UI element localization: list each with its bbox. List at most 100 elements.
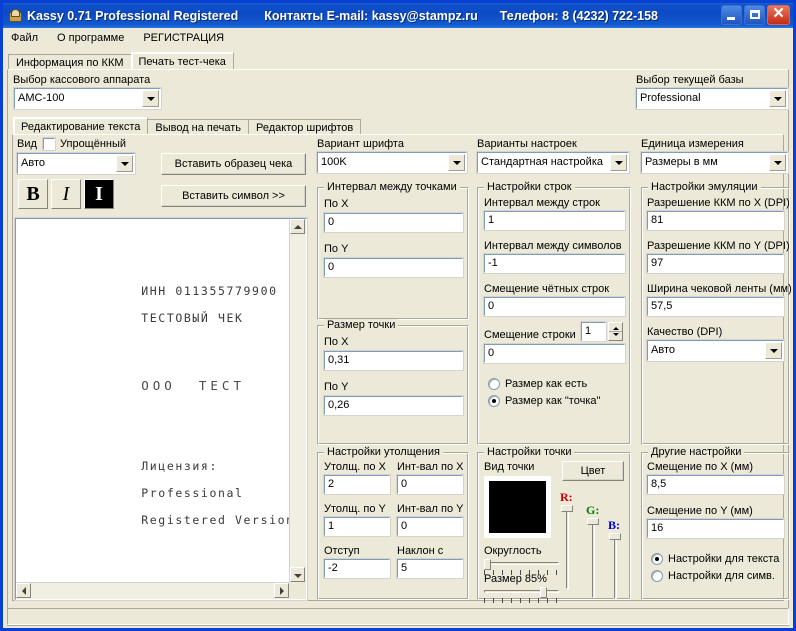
radio-settings-for-text-icon[interactable]: [651, 553, 663, 565]
int-y-input[interactable]: 0: [396, 516, 464, 537]
database-label: Выбор текущей базы: [636, 74, 744, 86]
editor-vertical-scrollbar[interactable]: [289, 219, 306, 582]
radio-settings-for-text-label: Настройки для текста: [668, 553, 780, 565]
thick-y-label: Утолщ. по Y: [324, 503, 386, 515]
indent-input[interactable]: -2: [323, 558, 391, 579]
simplified-checkbox[interactable]: [42, 137, 56, 151]
settings-variant-value: Стандартная настройка: [481, 156, 603, 168]
minimize-button[interactable]: [721, 5, 742, 25]
dot-color-swatch: [489, 481, 546, 533]
unit-combo[interactable]: Размеры в мм: [640, 151, 789, 174]
menu-item-file[interactable]: Файл: [9, 31, 40, 45]
radio-size-as-is[interactable]: Размер как есть: [488, 378, 587, 390]
line-settings-title: Настройки строк: [484, 181, 575, 193]
tab-kkm-info[interactable]: Информация по ККМ: [8, 54, 132, 69]
row-offset-spin-input[interactable]: 1: [580, 321, 607, 342]
chevron-down-icon[interactable]: [448, 154, 465, 171]
view-mode-combo[interactable]: Авто: [16, 152, 136, 175]
window-controls: [721, 3, 790, 25]
dot-size-percent-label: Размер 85%: [484, 573, 547, 585]
bold-button[interactable]: B: [18, 179, 48, 209]
receipt-line-5: Registered Version: [141, 512, 289, 527]
radio-settings-for-symbol[interactable]: Настройки для симв.: [651, 570, 775, 582]
scroll-right-icon[interactable]: [274, 583, 289, 598]
offset-y-input[interactable]: 16: [646, 518, 785, 539]
slope-input[interactable]: 5: [396, 558, 464, 579]
dot-size-x-label: По X: [324, 336, 349, 348]
invert-button[interactable]: I: [84, 179, 114, 209]
insert-sample-receipt-button[interactable]: Вставить образец чека: [161, 153, 306, 175]
menu-bar: Файл О программе РЕГИСТРАЦИЯ: [3, 28, 793, 48]
chevron-down-icon[interactable]: [610, 154, 627, 171]
editor-horizontal-scrollbar[interactable]: [16, 582, 289, 599]
window-title: Kassy 0.71 Professional Registered: [27, 8, 239, 23]
receipt-line-4: Professional: [141, 485, 244, 500]
unit-value: Размеры в мм: [645, 156, 718, 168]
dpi-y-input[interactable]: 97: [646, 253, 785, 274]
dpi-x-input[interactable]: 81: [646, 210, 785, 231]
quality-label: Качество (DPI): [647, 326, 723, 338]
close-button[interactable]: [767, 3, 790, 25]
thick-x-input[interactable]: 2: [323, 474, 391, 495]
database-combo[interactable]: Professional: [635, 87, 789, 110]
unit-label: Единица измерения: [641, 138, 744, 150]
tab-font-editor[interactable]: Редактор шрифтов: [248, 119, 362, 134]
radio-settings-for-symbol-label: Настройки для симв.: [668, 570, 775, 582]
chevron-down-icon[interactable]: [769, 154, 786, 171]
radio-settings-for-symbol-icon[interactable]: [651, 570, 663, 582]
settings-variant-combo[interactable]: Стандартная настройка: [476, 151, 630, 174]
receipt-text-editor[interactable]: ИНН 011355779900 ТЕСТОВЫЙ ЧЕК ООО ТЕСТ Л…: [14, 217, 308, 601]
dot-size-slider[interactable]: [484, 587, 559, 607]
scroll-down-icon[interactable]: [290, 567, 305, 582]
chevron-down-icon[interactable]: [116, 155, 133, 172]
thick-y-input[interactable]: 1: [323, 516, 391, 537]
line-settings-group: Настройки строк Интервал между строк 1 И…: [477, 181, 631, 445]
font-variant-combo[interactable]: 100K: [316, 151, 468, 174]
tape-width-input[interactable]: 57,5: [646, 296, 785, 317]
scroll-up-icon[interactable]: [290, 219, 305, 234]
char-interval-input[interactable]: -1: [483, 253, 626, 274]
device-combo[interactable]: АМС-100: [13, 87, 162, 110]
chevron-down-icon[interactable]: [765, 342, 782, 359]
insert-symbol-button[interactable]: Вставить символ >>: [161, 185, 306, 207]
main-tab-panel: Выбор кассового аппарата АМС-100 Выбор т…: [7, 69, 792, 626]
tab-print-output[interactable]: Вывод на печать: [147, 119, 250, 134]
dot-size-x-input[interactable]: 0,31: [323, 350, 464, 371]
scroll-left-icon[interactable]: [16, 583, 31, 598]
dot-interval-y-input[interactable]: 0: [323, 257, 464, 278]
offset-x-input[interactable]: 8,5: [646, 474, 785, 495]
radio-size-as-dot-icon[interactable]: [488, 395, 500, 407]
maximize-button[interactable]: [744, 5, 765, 25]
menu-item-registration[interactable]: РЕГИСТРАЦИЯ: [141, 31, 226, 45]
int-x-input[interactable]: 0: [396, 474, 464, 495]
emulation-group: Настройки эмуляции Разрешение ККМ по X (…: [641, 181, 792, 445]
row-offset-spinner[interactable]: [608, 322, 623, 341]
chevron-down-icon[interactable]: [142, 90, 159, 107]
database-combo-value: Professional: [640, 92, 701, 104]
emulation-title: Настройки эмуляции: [648, 181, 761, 193]
quality-combo[interactable]: Авто: [646, 339, 785, 362]
line-interval-input[interactable]: 1: [483, 210, 626, 231]
sub-tab-strip: Редактирование текста Вывод на печать Ре…: [8, 115, 362, 134]
italic-button[interactable]: I: [51, 179, 81, 209]
menu-item-about[interactable]: О программе: [55, 31, 126, 45]
char-interval-label: Интервал между символов: [484, 240, 622, 252]
editor-canvas[interactable]: ИНН 011355779900 ТЕСТОВЫЙ ЧЕК ООО ТЕСТ Л…: [16, 219, 289, 582]
main-tab-strip: Информация по ККМ Печать тест-чека: [3, 50, 793, 69]
dot-size-y-input[interactable]: 0,26: [323, 395, 464, 416]
tab-text-editing[interactable]: Редактирование текста: [13, 117, 149, 134]
dot-interval-x-input[interactable]: 0: [323, 212, 464, 233]
radio-size-as-dot[interactable]: Размер как "точка": [488, 395, 600, 407]
red-slider[interactable]: [560, 505, 574, 589]
radio-settings-for-text[interactable]: Настройки для текста: [651, 553, 779, 565]
color-button[interactable]: Цвет: [562, 461, 624, 481]
even-offset-input[interactable]: 0: [483, 296, 626, 317]
green-label: G:: [586, 503, 600, 517]
radio-size-as-is-icon[interactable]: [488, 378, 500, 390]
row-offset-input[interactable]: 0: [483, 343, 626, 364]
chevron-down-icon[interactable]: [769, 90, 786, 107]
tab-print-test-receipt[interactable]: Печать тест-чека: [130, 52, 234, 69]
blue-slider[interactable]: [608, 533, 622, 599]
receipt-line-2: ТЕСТОВЫЙ ЧЕК: [141, 310, 244, 325]
green-slider[interactable]: [586, 518, 600, 598]
